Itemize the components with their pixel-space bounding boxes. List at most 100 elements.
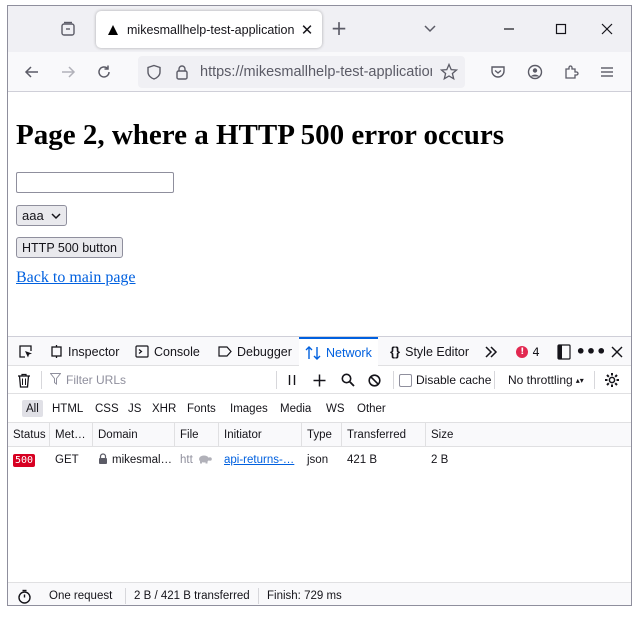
status-divider bbox=[258, 588, 259, 604]
new-tab-icon[interactable]: + bbox=[328, 18, 350, 40]
close-window-icon[interactable] bbox=[597, 19, 617, 39]
url-bar[interactable]: https://mikesmallhelp-test-application bbox=[138, 56, 465, 88]
triangle-favicon-icon bbox=[107, 24, 119, 36]
column-size[interactable]: Size bbox=[426, 423, 486, 447]
pocket-icon[interactable] bbox=[486, 60, 510, 84]
network-status-bar: One request 2 B / 421 B transferred Fini… bbox=[8, 582, 631, 605]
filter-ws[interactable]: WS bbox=[322, 400, 349, 417]
back-to-main-link[interactable]: Back to main page bbox=[16, 269, 136, 287]
firefox-view-icon[interactable] bbox=[56, 17, 80, 41]
domain-text: mikesmal… bbox=[112, 454, 173, 466]
account-icon[interactable] bbox=[523, 60, 547, 84]
initiator-link[interactable]: api-returns-… bbox=[224, 454, 294, 466]
meatball-menu-icon[interactable]: ••• bbox=[576, 337, 607, 366]
cell-file: htt bbox=[175, 447, 219, 473]
browser-tab[interactable]: mikesmallhelp-test-application ✕ bbox=[96, 11, 322, 48]
page-content: Page 2, where a HTTP 500 error occurs aa… bbox=[8, 93, 631, 337]
column-status[interactable]: Status bbox=[8, 423, 50, 447]
lock-icon[interactable] bbox=[174, 64, 190, 83]
toolbar-divider bbox=[393, 371, 394, 389]
status-badge: 500 bbox=[13, 453, 36, 467]
filter-funnel-icon bbox=[49, 372, 62, 388]
console-icon bbox=[135, 345, 149, 358]
network-arrows-icon bbox=[305, 346, 321, 360]
braces-icon: {} bbox=[390, 344, 401, 359]
tab-strip: mikesmallhelp-test-application ✕ + bbox=[8, 6, 631, 52]
shield-icon[interactable] bbox=[146, 64, 162, 83]
http-500-button[interactable]: HTTP 500 button bbox=[16, 237, 123, 258]
chevron-down-icon[interactable] bbox=[422, 20, 442, 38]
filter-urls-input[interactable]: Filter URLs bbox=[49, 366, 276, 394]
toolbar-divider bbox=[276, 371, 277, 389]
filter-html[interactable]: HTML bbox=[48, 400, 87, 417]
tab-label: Style Editor bbox=[405, 344, 470, 359]
block-icon[interactable] bbox=[368, 366, 381, 394]
filter-placeholder: Filter URLs bbox=[66, 373, 127, 387]
column-method[interactable]: Met… bbox=[50, 423, 93, 447]
navigation-bar: https://mikesmallhelp-test-application bbox=[8, 52, 631, 92]
back-arrow-icon[interactable] bbox=[20, 60, 44, 84]
plus-icon[interactable] bbox=[313, 366, 326, 394]
forward-arrow-icon[interactable] bbox=[56, 60, 80, 84]
text-input[interactable] bbox=[16, 172, 174, 193]
type-filter-bar: All HTML CSS JS XHR Fonts Images Media W… bbox=[8, 394, 631, 423]
table-row[interactable]: 500 GET mikesmal… htt api-returns-… json… bbox=[8, 447, 631, 473]
tab-style-editor[interactable]: {} Style Editor bbox=[390, 337, 469, 366]
column-transferred[interactable]: Transferred bbox=[342, 423, 426, 447]
close-tab-icon[interactable]: ✕ bbox=[300, 21, 314, 39]
dock-toggle-icon[interactable] bbox=[555, 337, 573, 366]
throttling-select[interactable]: No throttling ▴▾ bbox=[508, 366, 584, 394]
bookmark-star-icon[interactable] bbox=[439, 62, 459, 84]
pause-icon[interactable] bbox=[286, 366, 298, 394]
filter-fonts[interactable]: Fonts bbox=[183, 400, 220, 417]
filter-other[interactable]: Other bbox=[353, 400, 390, 417]
hamburger-menu-icon[interactable] bbox=[595, 60, 619, 84]
tab-label: Console bbox=[154, 344, 200, 359]
tab-debugger[interactable]: Debugger bbox=[218, 337, 292, 366]
search-icon[interactable] bbox=[341, 366, 355, 394]
more-tabs-chevron-icon[interactable] bbox=[482, 337, 500, 366]
minimize-icon[interactable] bbox=[499, 19, 519, 39]
status-divider bbox=[125, 588, 126, 604]
page-title: Page 2, where a HTTP 500 error occurs bbox=[16, 119, 505, 151]
cell-status: 500 bbox=[8, 447, 50, 473]
element-picker-icon[interactable] bbox=[15, 337, 35, 366]
filter-js[interactable]: JS bbox=[124, 400, 145, 417]
lock-icon bbox=[98, 453, 108, 467]
tab-inspector[interactable]: Inspector bbox=[50, 337, 119, 366]
tab-network[interactable]: Network bbox=[299, 337, 378, 367]
reload-icon[interactable] bbox=[92, 60, 116, 84]
url-text: https://mikesmallhelp-test-application bbox=[200, 64, 432, 80]
disable-cache-checkbox[interactable] bbox=[399, 373, 412, 387]
filter-all[interactable]: All bbox=[22, 400, 43, 417]
column-domain[interactable]: Domain bbox=[93, 423, 175, 447]
error-count: 4 bbox=[532, 344, 540, 359]
cell-initiator[interactable]: api-returns-… bbox=[219, 447, 302, 473]
extensions-icon[interactable] bbox=[559, 60, 583, 84]
toolbar-divider bbox=[594, 371, 595, 389]
disable-cache-toggle[interactable]: Disable cache bbox=[399, 366, 491, 394]
toolbar-divider bbox=[41, 371, 42, 389]
column-type[interactable]: Type bbox=[302, 423, 342, 447]
cell-method: GET bbox=[55, 454, 79, 466]
filter-xhr[interactable]: XHR bbox=[148, 400, 180, 417]
trash-icon[interactable] bbox=[17, 366, 31, 394]
tab-title: mikesmallhelp-test-application bbox=[127, 22, 295, 37]
inspector-icon bbox=[50, 345, 63, 358]
stopwatch-icon[interactable] bbox=[17, 583, 32, 605]
filter-css[interactable]: CSS bbox=[91, 400, 123, 417]
maximize-icon[interactable] bbox=[551, 19, 571, 39]
tab-console[interactable]: Console bbox=[135, 337, 200, 366]
filter-images[interactable]: Images bbox=[226, 400, 272, 417]
updown-chevron-icon: ▴▾ bbox=[575, 375, 584, 385]
column-initiator[interactable]: Initiator bbox=[219, 423, 302, 447]
settings-gear-icon[interactable] bbox=[604, 366, 620, 394]
error-count-badge[interactable]: ! 4 bbox=[514, 337, 542, 366]
close-devtools-icon[interactable] bbox=[608, 337, 626, 366]
dropdown-select[interactable]: aaa bbox=[16, 205, 67, 226]
request-count: One request bbox=[49, 590, 113, 602]
column-file[interactable]: File bbox=[175, 423, 219, 447]
throttling-value: No throttling bbox=[508, 373, 573, 387]
filter-media[interactable]: Media bbox=[276, 400, 315, 417]
request-table-header: Status Met… Domain File Initiator Type T… bbox=[8, 423, 631, 447]
